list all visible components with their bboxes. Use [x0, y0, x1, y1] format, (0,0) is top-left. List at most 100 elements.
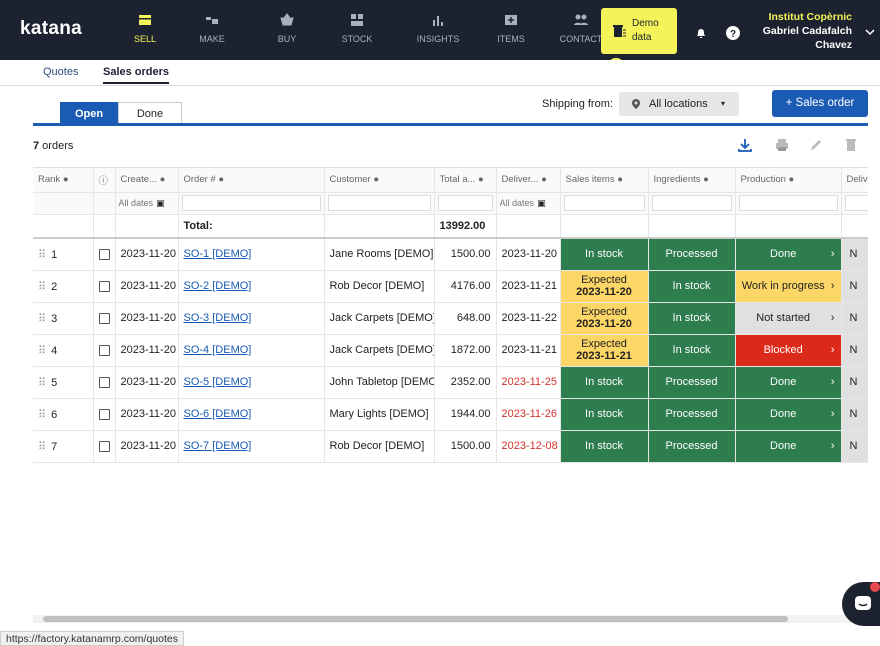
ingredients-status[interactable]: In stock	[648, 302, 736, 335]
nav-items[interactable]: ITEMS	[476, 0, 546, 60]
production-status[interactable]: Done ›	[735, 398, 842, 431]
delivery-status[interactable]: N	[841, 430, 868, 463]
col-order[interactable]: Order # ●	[178, 168, 325, 193]
demo-data-button[interactable]: Demo data +	[601, 8, 677, 78]
rank-cell[interactable]: ⠿ 1	[33, 238, 94, 271]
col-ingredients[interactable]: Ingredients ●	[648, 168, 736, 193]
scrollbar-thumb[interactable]	[43, 616, 788, 622]
row-checkbox[interactable]	[98, 408, 110, 420]
select-cell[interactable]	[93, 366, 116, 399]
col-rank[interactable]: Rank ●	[33, 168, 94, 193]
production-status[interactable]: Done ›	[735, 430, 842, 463]
sales-items-status[interactable]: In stock	[560, 430, 649, 463]
print-icon[interactable]	[774, 137, 790, 153]
rank-cell[interactable]: ⠿ 3	[33, 302, 94, 335]
drag-handle-icon[interactable]: ⠿	[38, 409, 46, 421]
select-cell[interactable]	[93, 398, 116, 431]
customer-cell[interactable]: Rob Decor [DEMO]	[324, 270, 435, 303]
nav-sell[interactable]: SELL	[110, 0, 180, 60]
row-checkbox[interactable]	[98, 376, 110, 388]
account-menu[interactable]: Institut Copèrnic Gabriel Cadafalch Chav…	[763, 10, 852, 52]
sales-items-status[interactable]: In stock	[560, 366, 649, 399]
customer-cell[interactable]: Jack Carpets [DEMO]	[324, 302, 435, 335]
chevron-down-icon[interactable]	[865, 28, 875, 36]
rank-cell[interactable]: ⠿ 2	[33, 270, 94, 303]
drag-handle-icon[interactable]: ⠿	[38, 345, 46, 357]
tab-quotes[interactable]: Quotes	[43, 66, 78, 78]
horizontal-scrollbar[interactable]	[33, 615, 868, 623]
table-row[interactable]: ⠿ 5 2023-11-20 SO-5 [DEMO] John Tabletop …	[33, 366, 868, 399]
ingredients-status[interactable]: In stock	[648, 334, 736, 367]
col-sales-items[interactable]: Sales items ●	[560, 168, 649, 193]
sales-items-status[interactable]: Expected 2023-11-20	[560, 302, 649, 335]
help-icon[interactable]: ?	[726, 26, 740, 40]
filter-delivery[interactable]: All dates ▣	[496, 192, 561, 215]
customer-cell[interactable]: Rob Decor [DEMO]	[324, 430, 435, 463]
customer-cell[interactable]: John Tabletop [DEMO	[324, 366, 435, 399]
customer-cell[interactable]: Jane Rooms [DEMO]	[324, 238, 435, 271]
filter-production-input[interactable]	[738, 195, 838, 211]
drag-handle-icon[interactable]: ⠿	[38, 281, 46, 293]
drag-handle-icon[interactable]: ⠿	[38, 377, 46, 389]
select-cell[interactable]	[93, 270, 116, 303]
col-delivery2[interactable]: Deliv	[841, 168, 868, 193]
delivery-cell[interactable]: 2023-12-08	[496, 430, 561, 463]
rank-cell[interactable]: ⠿ 4	[33, 334, 94, 367]
filter-ingredients-input[interactable]	[651, 195, 732, 211]
edit-icon[interactable]	[808, 137, 824, 153]
select-cell[interactable]	[93, 430, 116, 463]
delivery-cell[interactable]: 2023-11-25	[496, 366, 561, 399]
filter-customer-input[interactable]	[327, 195, 431, 211]
filter-ingredients[interactable]	[648, 192, 736, 215]
sales-items-status[interactable]: In stock	[560, 398, 649, 431]
production-status[interactable]: Done ›	[735, 238, 842, 271]
row-checkbox[interactable]	[98, 344, 110, 356]
add-sales-order-button[interactable]: + Sales order	[772, 90, 868, 117]
filter-created[interactable]: All dates ▣	[115, 192, 179, 215]
delivery-status[interactable]: N	[841, 302, 868, 335]
sales-items-status[interactable]: In stock	[560, 238, 649, 271]
delivery-status[interactable]: N	[841, 366, 868, 399]
delivery-status[interactable]: N	[841, 238, 868, 271]
katana-logo[interactable]: katana	[20, 18, 82, 40]
filter-production[interactable]	[735, 192, 842, 215]
ingredients-status[interactable]: Processed	[648, 238, 736, 271]
row-checkbox[interactable]	[98, 312, 110, 324]
nav-insights[interactable]: INSIGHTS	[403, 0, 473, 60]
production-status[interactable]: Done ›	[735, 366, 842, 399]
sales-items-status[interactable]: Expected 2023-11-20	[560, 270, 649, 303]
filter-order[interactable]	[178, 192, 325, 215]
rank-cell[interactable]: ⠿ 7	[33, 430, 94, 463]
delivery-cell[interactable]: 2023-11-26	[496, 398, 561, 431]
bell-icon[interactable]	[695, 27, 707, 39]
download-icon[interactable]	[737, 137, 753, 153]
select-cell[interactable]	[93, 334, 116, 367]
order-link[interactable]: SO-1 [DEMO]	[184, 248, 252, 260]
drag-handle-icon[interactable]: ⠿	[38, 249, 46, 261]
order-link[interactable]: SO-6 [DEMO]	[184, 408, 252, 420]
order-link[interactable]: SO-5 [DEMO]	[184, 376, 252, 388]
production-status[interactable]: Work in progress ›	[735, 270, 842, 303]
row-checkbox[interactable]	[98, 280, 110, 292]
filter-total[interactable]	[434, 192, 497, 215]
select-cell[interactable]	[93, 302, 116, 335]
nav-buy[interactable]: BUY	[252, 0, 322, 60]
filter-sales-items-input[interactable]	[563, 195, 645, 211]
select-cell[interactable]	[93, 238, 116, 271]
rank-cell[interactable]: ⠿ 6	[33, 398, 94, 431]
table-row[interactable]: ⠿ 7 2023-11-20 SO-7 [DEMO] Rob Decor [DEM…	[33, 430, 868, 463]
delete-icon[interactable]	[843, 137, 859, 153]
row-checkbox[interactable]	[98, 248, 110, 260]
nav-stock[interactable]: STOCK	[322, 0, 392, 60]
customer-cell[interactable]: Jack Carpets [DEMO]	[324, 334, 435, 367]
delivery-status[interactable]: N	[841, 398, 868, 431]
table-row[interactable]: ⠿ 4 2023-11-20 SO-4 [DEMO] Jack Carpets […	[33, 334, 868, 367]
filter-sales-items[interactable]	[560, 192, 649, 215]
col-created[interactable]: Create... ●	[115, 168, 179, 193]
sales-items-status[interactable]: Expected 2023-11-21	[560, 334, 649, 367]
filter-order-input[interactable]	[181, 195, 321, 211]
ingredients-status[interactable]: Processed	[648, 430, 736, 463]
col-total[interactable]: Total a... ●	[434, 168, 497, 193]
drag-handle-icon[interactable]: ⠿	[38, 441, 46, 453]
order-link[interactable]: SO-2 [DEMO]	[184, 280, 252, 292]
